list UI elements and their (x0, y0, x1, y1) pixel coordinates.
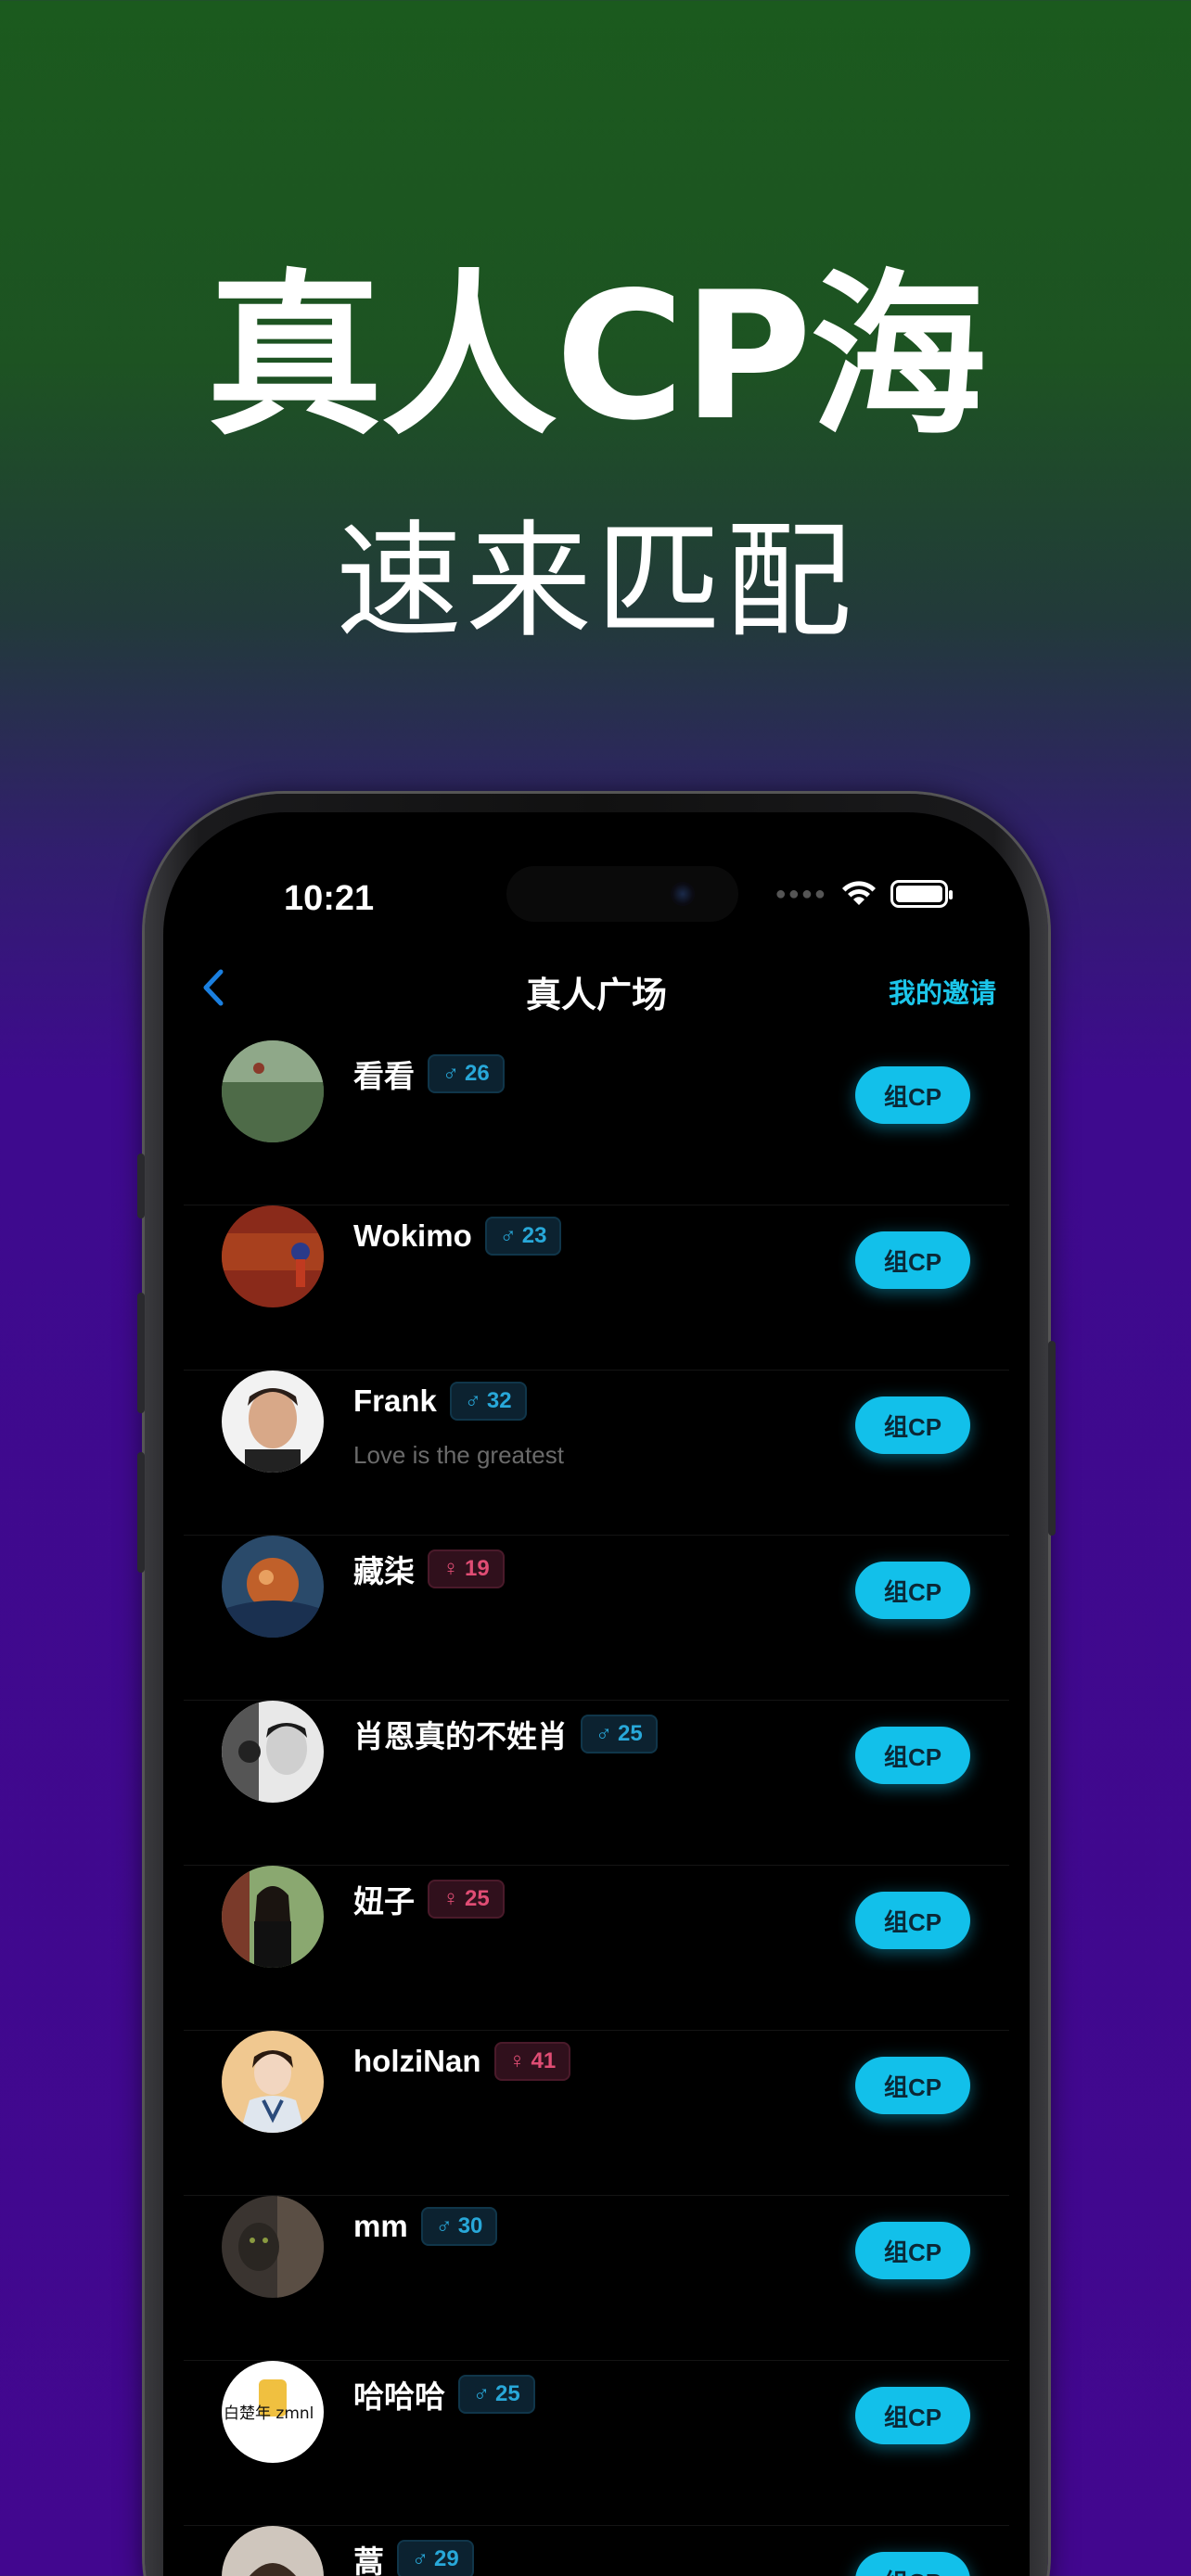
gender-age-badge: ♂ 25 (581, 1715, 658, 1753)
user-name: 藏柒 (353, 1554, 415, 1588)
avatar (222, 1371, 324, 1473)
app-screen: 10:21 ●●●● 真人广场 我的邀请 看看 ♂ 26 组CP Wokimo … (163, 812, 1030, 2576)
pair-cp-button[interactable]: 组CP (855, 1727, 970, 1784)
age-value: 23 (521, 1223, 547, 1248)
pair-cp-button[interactable]: 组CP (855, 2552, 970, 2576)
age-value: 25 (618, 1721, 643, 1746)
user-name: Wokimo (353, 1218, 472, 1253)
user-name: 蒿 (353, 2544, 384, 2576)
user-name: Frank (353, 1384, 437, 1418)
user-name: mm (353, 2209, 408, 2243)
female-icon: ♀ (508, 2048, 526, 2073)
list-item[interactable]: 肖恩真的不姓肖 ♂ 25 组CP (184, 1701, 1009, 1866)
female-icon: ♀ (442, 1556, 459, 1581)
age-value: 19 (465, 1556, 490, 1581)
list-item[interactable]: Wokimo ♂ 23 组CP (184, 1205, 1009, 1371)
age-value: 25 (465, 1886, 490, 1911)
volume-down-button (137, 1452, 145, 1573)
list-item[interactable]: holziNan ♀ 41 组CP (184, 2031, 1009, 2196)
avatar (222, 1205, 324, 1307)
age-value: 41 (531, 2048, 557, 2073)
user-name: holziNan (353, 2044, 481, 2078)
pair-cp-button[interactable]: 组CP (855, 2222, 970, 2279)
gender-age-badge: ♂ 32 (449, 1382, 527, 1421)
male-icon: ♂ (412, 2546, 429, 2571)
avatar-logo-text: 白楚年 zmnl (224, 2404, 314, 2423)
age-value: 26 (465, 1061, 490, 1086)
promo-subline: 速来匹配 (336, 509, 855, 656)
nav-bar: 真人广场 我的邀请 (163, 951, 1030, 1026)
user-name: 看看 (353, 1059, 415, 1093)
list-item[interactable]: Frank ♂ 32 Love is the greatest 组CP (184, 1371, 1009, 1536)
gender-age-badge: ♀ 25 (428, 1880, 505, 1919)
male-icon: ♂ (596, 1721, 612, 1746)
user-name: 妞子 (353, 1884, 415, 1919)
male-icon: ♂ (499, 1223, 517, 1248)
user-name: 哈哈哈 (353, 2379, 445, 2414)
silent-switch (137, 1154, 145, 1218)
pair-cp-button[interactable]: 组CP (855, 1231, 970, 1289)
avatar (222, 1701, 324, 1803)
status-icons: ●●●● (775, 879, 953, 909)
age-value: 25 (495, 2381, 520, 2406)
avatar (222, 2031, 324, 2133)
avatar (222, 1536, 324, 1638)
pair-cp-button[interactable]: 组CP (855, 1066, 970, 1124)
avatar (222, 2196, 324, 2298)
pair-cp-button[interactable]: 组CP (855, 1396, 970, 1454)
user-bio: Love is the greatest (353, 1441, 564, 1469)
pair-cp-button[interactable]: 组CP (855, 1892, 970, 1949)
avatar (222, 1040, 324, 1142)
female-icon: ♀ (442, 1886, 459, 1911)
male-icon: ♂ (442, 1061, 459, 1086)
male-icon: ♂ (473, 2381, 490, 2406)
age-value: 29 (434, 2546, 459, 2571)
male-icon: ♂ (435, 2213, 453, 2238)
age-value: 32 (486, 1388, 512, 1413)
dynamic-island (506, 866, 738, 922)
list-item[interactable]: 妞子 ♀ 25 组CP (184, 1866, 1009, 2031)
signal-icon: ●●●● (775, 883, 827, 904)
list-item[interactable]: 看看 ♂ 26 组CP (184, 1040, 1009, 1205)
avatar (222, 2526, 324, 2576)
gender-age-badge: ♂ 29 (397, 2540, 474, 2576)
list-item[interactable]: 白楚年 zmnl 哈哈哈 ♂ 25 组CP (184, 2361, 1009, 2526)
wifi-icon (842, 881, 876, 905)
gender-age-badge: ♂ 26 (428, 1054, 505, 1093)
avatar (222, 1866, 324, 1968)
user-list: 看看 ♂ 26 组CP Wokimo ♂ 23 组CP Frank ♂ 32 L… (163, 1040, 1030, 2576)
status-time: 10:21 (284, 879, 375, 918)
gender-age-badge: ♂ 25 (458, 2375, 535, 2414)
camera-icon (671, 882, 695, 906)
list-item[interactable]: 藏柒 ♀ 19 组CP (184, 1536, 1009, 1701)
male-icon: ♂ (464, 1388, 481, 1413)
phone-frame: 10:21 ●●●● 真人广场 我的邀请 看看 ♂ 26 组CP Wokimo … (137, 794, 1056, 2576)
battery-icon (890, 880, 953, 908)
gender-age-badge: ♀ 19 (428, 1549, 505, 1588)
user-name: 肖恩真的不姓肖 (353, 1719, 568, 1753)
volume-up-button (137, 1293, 145, 1413)
age-value: 30 (457, 2213, 483, 2238)
list-item[interactable]: mm ♂ 30 组CP (184, 2196, 1009, 2361)
gender-age-badge: ♂ 30 (420, 2207, 498, 2246)
avatar: 白楚年 zmnl (222, 2361, 324, 2463)
pair-cp-button[interactable]: 组CP (855, 2387, 970, 2444)
pair-cp-button[interactable]: 组CP (855, 1562, 970, 1619)
gender-age-badge: ♀ 41 (493, 2042, 571, 2081)
power-button (1048, 1341, 1056, 1536)
promo-headline: 真人CP海 (206, 254, 987, 459)
my-invitations-link[interactable]: 我的邀请 (889, 972, 996, 1011)
gender-age-badge: ♂ 23 (484, 1217, 562, 1256)
pair-cp-button[interactable]: 组CP (855, 2057, 970, 2114)
list-item[interactable]: 蒿 ♂29 组CP (184, 2526, 1009, 2576)
